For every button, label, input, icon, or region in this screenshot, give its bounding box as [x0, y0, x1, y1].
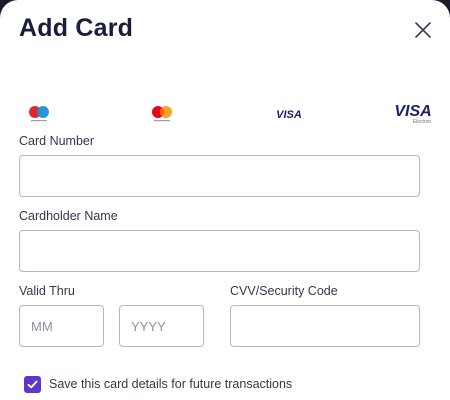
add-card-modal: Add Card VISA VISA Electron Card Number …: [0, 0, 450, 400]
expiry-month-input[interactable]: [19, 305, 104, 347]
close-icon: [415, 22, 431, 38]
valid-thru-label: Valid Thru: [19, 284, 75, 298]
card-number-input[interactable]: [19, 155, 420, 197]
visa-electron-logo-icon: VISA Electron: [392, 101, 434, 125]
close-button[interactable]: [412, 19, 434, 41]
save-card-checkbox-row[interactable]: Save this card details for future transa…: [24, 374, 292, 394]
mastercard-logo-icon: [149, 104, 175, 124]
visa-electron-logo-subtext: Electron: [413, 119, 432, 125]
maestro-logo-icon: [26, 104, 52, 124]
save-card-label: Save this card details for future transa…: [49, 377, 293, 391]
visa-electron-logo-text: VISA: [394, 103, 431, 120]
modal-title: Add Card: [19, 14, 134, 42]
cvv-label: CVV/Security Code: [230, 284, 338, 298]
checkmark-icon: [27, 380, 38, 388]
save-card-checkbox[interactable]: [24, 375, 41, 393]
expiry-year-input[interactable]: [119, 305, 204, 347]
visa-logo-icon: VISA: [274, 107, 304, 121]
card-number-label: Card Number: [19, 134, 95, 148]
cardholder-name-input[interactable]: [19, 230, 420, 272]
visa-logo-text: VISA: [276, 109, 302, 121]
cardholder-name-label: Cardholder Name: [19, 209, 118, 223]
cvv-input[interactable]: [230, 305, 420, 347]
